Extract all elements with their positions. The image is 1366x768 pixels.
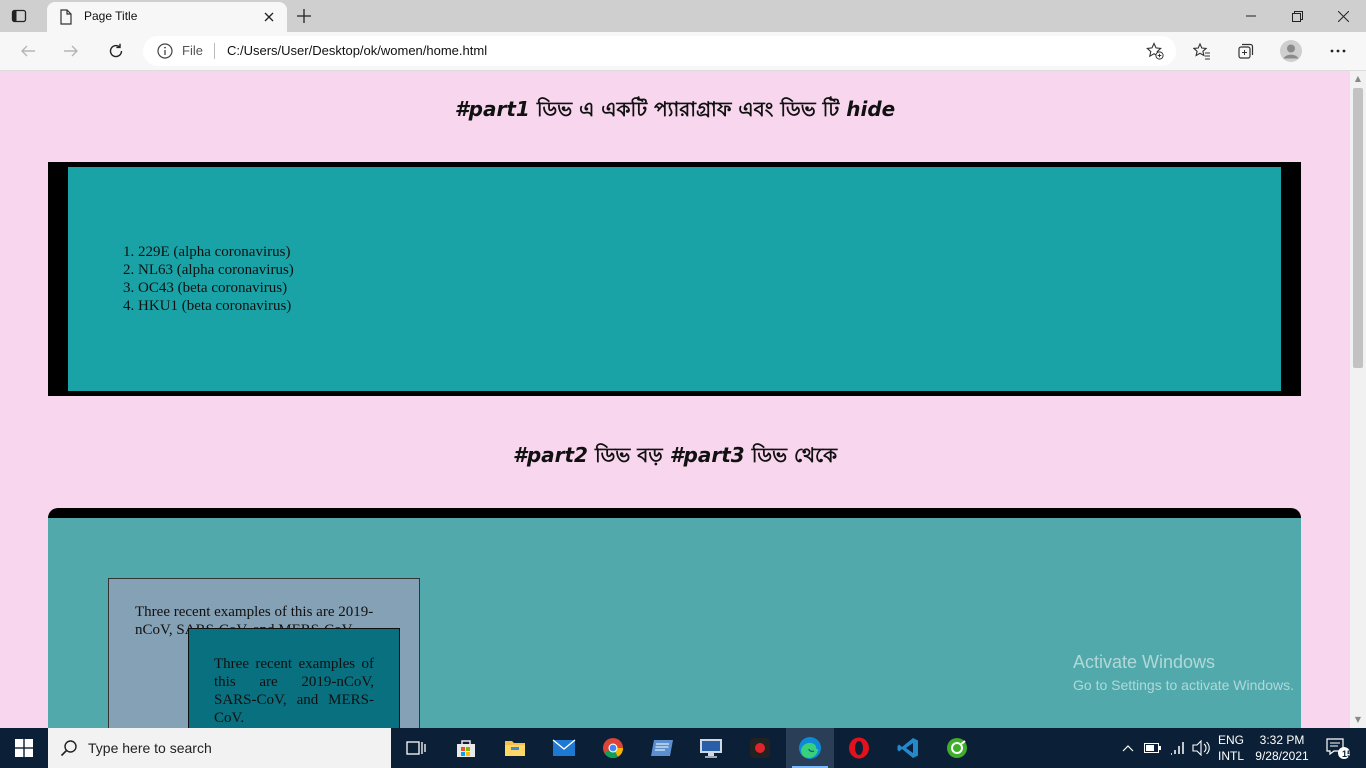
clock[interactable]: 3:32 PM 9/28/2021: [1251, 728, 1313, 768]
app-window-icon[interactable]: [638, 728, 686, 768]
part2-heading-text: ডিভ বড়: [594, 443, 663, 467]
remote-desktop-icon[interactable]: [687, 728, 735, 768]
scroll-up-icon[interactable]: ▲: [1353, 74, 1363, 84]
part1-div: 229E (alpha coronavirus) NL63 (alpha cor…: [48, 162, 1301, 396]
task-view-icon[interactable]: [392, 728, 440, 768]
restore-icon[interactable]: [1274, 0, 1320, 32]
list-item: 229E (alpha coronavirus): [138, 243, 294, 261]
address-bar[interactable]: File C:/Users/User/Desktop/ok/women/home…: [143, 36, 1176, 66]
part2-div: Three recent examples of this are 2019-n…: [48, 508, 1301, 728]
browser-tab[interactable]: Page Title: [47, 2, 287, 32]
close-tab-icon[interactable]: [261, 9, 277, 25]
clock-time: 3:32 PM: [1259, 733, 1305, 747]
hide-label: hide: [846, 97, 896, 121]
scheme-label: File: [182, 43, 203, 58]
green-app-icon[interactable]: [933, 728, 981, 768]
list-item: OC43 (beta coronavirus): [138, 279, 294, 297]
part4-paragraph: Three recent examples of this are 2019-n…: [214, 656, 374, 726]
coronavirus-list: 229E (alpha coronavirus) NL63 (alpha cor…: [122, 243, 294, 315]
part3-div: Three recent examples of this are 2019-n…: [108, 578, 420, 728]
vertical-scrollbar[interactable]: ▲ ▼: [1350, 71, 1366, 728]
part1-heading: #part1 ডিভ এ একটি প্যারাগ্রাফ এবং ডিভ টি…: [0, 95, 1350, 128]
collections-icon[interactable]: [1235, 40, 1257, 62]
refresh-icon[interactable]: [105, 40, 127, 62]
edge-browser-icon[interactable]: [786, 728, 834, 768]
list-item: HKU1 (beta coronavirus): [138, 297, 294, 315]
tab-strip: Page Title: [0, 0, 1366, 32]
windows-start-icon[interactable]: [0, 728, 48, 768]
tab-title: Page Title: [84, 9, 138, 23]
activate-windows-title: Activate Windows: [1073, 652, 1216, 672]
search-placeholder: Type here to search: [88, 740, 212, 756]
activate-windows-subtitle: Go to Settings to activate Windows.: [1073, 677, 1294, 693]
chrome-icon[interactable]: [589, 728, 637, 768]
file-explorer-icon[interactable]: [491, 728, 539, 768]
vscode-icon[interactable]: [884, 728, 932, 768]
notification-count-badge: 15: [1342, 749, 1353, 759]
scrollbar-thumb[interactable]: [1353, 88, 1363, 368]
opera-icon[interactable]: [835, 728, 883, 768]
tab-actions-icon[interactable]: [10, 7, 28, 25]
part2-heading: #part2 ডিভ বড় #part3 ডিভ থেকে: [0, 441, 1350, 474]
divider: [214, 43, 215, 59]
clock-date: 9/28/2021: [1255, 749, 1309, 763]
profile-avatar-icon[interactable]: [1280, 40, 1302, 62]
part2-label: #part2: [512, 443, 588, 467]
info-icon[interactable]: [157, 43, 173, 63]
show-hidden-icons-icon[interactable]: [1118, 728, 1138, 768]
input-language[interactable]: ENG INTL: [1214, 728, 1248, 768]
part1-inner-div: 229E (alpha coronavirus) NL63 (alpha cor…: [68, 167, 1281, 391]
back-icon[interactable]: [17, 40, 39, 62]
notifications-icon[interactable]: 15: [1318, 728, 1358, 768]
new-tab-icon[interactable]: [294, 6, 314, 26]
favorites-icon[interactable]: [1191, 40, 1213, 62]
part1-heading-text: ডিভ এ একটি প্যারাগ্রাফ এবং ডিভ টি: [536, 97, 840, 121]
forward-icon[interactable]: [60, 40, 82, 62]
page-viewport: #part1 ডিভ এ একটি প্যারাগ্রাফ এবং ডিভ টি…: [0, 71, 1350, 728]
minimize-icon[interactable]: [1228, 0, 1274, 32]
screen-recorder-icon[interactable]: [736, 728, 784, 768]
url-text[interactable]: C:/Users/User/Desktop/ok/women/home.html: [227, 43, 487, 58]
close-window-icon[interactable]: [1320, 0, 1366, 32]
taskbar: Type here to search ENG INTL 3:32 PM 9/2…: [0, 728, 1366, 768]
add-favorite-icon[interactable]: [1146, 42, 1164, 64]
volume-icon[interactable]: [1190, 728, 1212, 768]
page-document-icon: [59, 9, 73, 29]
part3-label: #part3: [669, 443, 745, 467]
taskbar-search-box[interactable]: Type here to search: [48, 728, 391, 768]
mail-icon[interactable]: [540, 728, 588, 768]
battery-icon[interactable]: [1142, 728, 1164, 768]
scroll-down-icon[interactable]: ▼: [1353, 715, 1363, 725]
language-code: ENG: [1217, 733, 1244, 747]
microsoft-store-icon[interactable]: [442, 728, 490, 768]
list-item: NL63 (alpha coronavirus): [138, 261, 294, 279]
search-icon: [60, 739, 78, 761]
part1-label: #part1: [454, 97, 530, 121]
toolbar: File C:/Users/User/Desktop/ok/women/home…: [0, 32, 1366, 71]
part2-heading-end: ডিভ থেকে: [751, 443, 838, 467]
keyboard-layout: INTL: [1217, 749, 1244, 763]
part4-div: Three recent examples of this are 2019-n…: [188, 628, 400, 728]
more-options-icon[interactable]: [1327, 40, 1349, 62]
network-icon[interactable]: [1166, 728, 1188, 768]
